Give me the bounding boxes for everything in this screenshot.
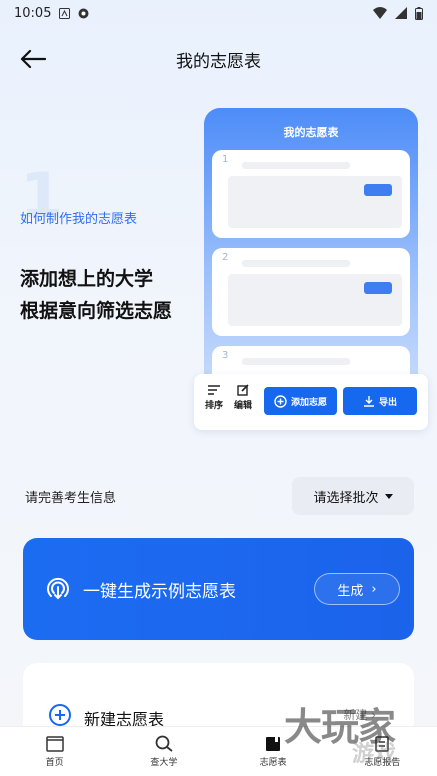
caret-down-icon — [384, 493, 393, 499]
mockup-card-number: 2 — [222, 252, 229, 263]
tab-home[interactable]: 首页 — [0, 727, 109, 776]
mockup-sort-label: 排序 — [204, 401, 223, 411]
watermark-sub: 游戏 — [352, 742, 397, 767]
mockup-card: 2 — [212, 248, 410, 336]
mockup-export-button: 导出 — [343, 387, 417, 415]
notebook-icon — [266, 736, 281, 751]
mockup-illustration: 我的志愿表 1 2 3 — [204, 108, 418, 408]
batch-select[interactable]: 请选择批次 — [292, 477, 414, 515]
header: 我的志愿表 — [0, 36, 437, 82]
back-button[interactable] — [20, 45, 52, 73]
mockup-placeholder-button — [364, 184, 392, 196]
signal-broadcast-icon — [47, 577, 69, 600]
status-bar: 10:05 — [0, 0, 437, 26]
battery-icon — [415, 6, 423, 20]
tab-search-university[interactable]: 查大学 — [109, 727, 218, 776]
mockup-edit-label: 编辑 — [233, 401, 252, 411]
wifi-icon — [373, 7, 387, 19]
mockup-placeholder-button — [364, 282, 392, 294]
home-book-icon — [45, 735, 64, 752]
mockup-placeholder-line — [242, 358, 350, 365]
generate-sample-text: 一键生成示例志愿表 — [83, 581, 236, 602]
chevron-right-icon: › — [371, 581, 377, 597]
back-arrow-icon — [20, 49, 46, 69]
tab-home-label: 首页 — [45, 757, 64, 768]
sort-icon — [208, 385, 220, 395]
download-icon — [363, 396, 374, 407]
batch-select-label: 请选择批次 — [313, 490, 379, 506]
generate-button[interactable]: 生成 › — [314, 573, 400, 605]
search-icon — [155, 735, 173, 752]
plus-circle-icon — [49, 704, 71, 726]
mockup-toolbar: 排序 编辑 添加志愿 导出 — [194, 374, 428, 430]
generate-button-label: 生成 — [337, 583, 364, 599]
mockup-card-number: 3 — [222, 350, 229, 361]
tab-search-university-label: 查大学 — [150, 758, 178, 768]
guide-line-1: 添加想上的大学 — [20, 268, 154, 290]
notification-dot-icon — [78, 8, 89, 18]
signal-icon — [395, 7, 407, 19]
mockup-placeholder-line — [242, 162, 350, 169]
generate-sample-card[interactable]: 一键生成示例志愿表 生成 › — [23, 538, 414, 640]
notification-app-icon — [59, 7, 71, 19]
guide-line-2: 根据意向筛选志愿 — [20, 300, 173, 322]
edit-icon — [237, 384, 249, 396]
status-time: 10:05 — [14, 5, 52, 21]
tab-application-table-label: 志愿表 — [259, 757, 287, 768]
mockup-add-label: 添加志愿 — [290, 397, 327, 408]
guide-subtitle: 如何制作我的志愿表 — [20, 212, 138, 227]
plus-circle-icon — [274, 394, 287, 408]
mockup-export-label: 导出 — [378, 397, 397, 408]
mockup-edit: 编辑 — [229, 384, 257, 411]
mockup-title: 我的志愿表 — [283, 126, 339, 139]
mockup-sort: 排序 — [200, 384, 228, 411]
complete-info-label[interactable]: 请完善考生信息 — [25, 487, 116, 506]
mockup-placeholder-line — [242, 260, 350, 267]
page-title: 我的志愿表 — [176, 51, 261, 72]
mockup-card-number: 1 — [222, 154, 229, 165]
mockup-add-button: 添加志愿 — [264, 387, 337, 415]
mockup-card: 1 — [212, 150, 410, 238]
